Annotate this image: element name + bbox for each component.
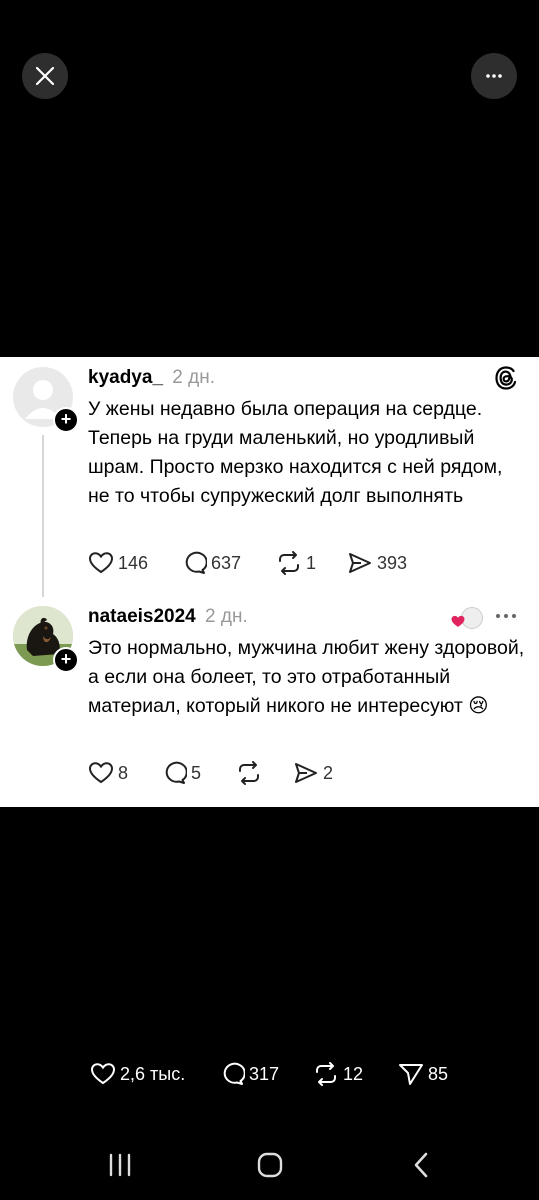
like-button[interactable]: 146 xyxy=(88,551,148,575)
comment-icon xyxy=(223,1062,245,1085)
repost-button[interactable] xyxy=(236,761,266,785)
like-count: 146 xyxy=(118,552,149,573)
heart-icon xyxy=(90,1063,116,1085)
reply-button[interactable]: 317 xyxy=(219,1062,279,1086)
repost-icon xyxy=(279,551,299,575)
post-actions: 146 637 1 393 xyxy=(88,551,528,581)
share-button[interactable]: 85 xyxy=(398,1062,448,1086)
close-button[interactable] xyxy=(22,53,68,99)
threads-logo-icon xyxy=(495,366,517,390)
back-button[interactable] xyxy=(401,1150,441,1180)
like-button[interactable]: 2,6 тыс. xyxy=(90,1062,185,1086)
bottom-action-bar: 2,6 тыс. 317 12 85 xyxy=(0,1062,539,1092)
reply-count: 637 xyxy=(211,552,242,573)
post-header: kyadya_ 2 дн. xyxy=(88,367,215,389)
share-count: 2 xyxy=(323,762,334,783)
repost-button[interactable]: 12 xyxy=(313,1062,363,1086)
more-dots-icon[interactable] xyxy=(495,613,517,619)
send-icon xyxy=(399,1064,423,1085)
heart-filled-icon xyxy=(451,615,465,627)
back-icon xyxy=(414,1152,428,1178)
username[interactable]: nataeis2024 xyxy=(88,606,196,627)
username[interactable]: kyadya_ xyxy=(88,367,163,388)
post-header: nataeis2024 2 дн. xyxy=(88,606,248,628)
reply-count: 5 xyxy=(191,762,202,783)
reply-count: 317 xyxy=(249,1063,280,1084)
comment-icon xyxy=(165,761,187,784)
more-icon xyxy=(486,74,502,78)
close-icon xyxy=(35,66,55,86)
recent-apps-icon xyxy=(109,1153,131,1177)
reply-button[interactable]: 5 xyxy=(161,761,201,785)
share-count: 393 xyxy=(377,552,408,573)
post-text: У жены недавно была операция на сердце. … xyxy=(88,398,503,507)
share-button[interactable]: 393 xyxy=(347,551,407,575)
liked-by-author-badge xyxy=(451,607,483,629)
share-count: 85 xyxy=(428,1063,449,1084)
repost-button[interactable]: 1 xyxy=(276,551,316,575)
like-count: 2,6 тыс. xyxy=(120,1063,186,1084)
more-options-button[interactable] xyxy=(471,53,517,99)
like-button[interactable]: 8 xyxy=(88,761,128,785)
like-count: 8 xyxy=(118,762,129,783)
timestamp: 2 дн. xyxy=(205,606,248,627)
follow-plus-icon[interactable]: + xyxy=(53,647,79,673)
follow-plus-icon[interactable]: + xyxy=(53,407,79,433)
thread-line xyxy=(42,435,44,597)
repost-count: 1 xyxy=(306,552,317,573)
home-button[interactable] xyxy=(250,1150,290,1180)
post-text-content: Это нормально, мужчина любит жену здоров… xyxy=(88,637,525,717)
post-actions: 8 5 2 xyxy=(88,761,528,791)
heart-icon xyxy=(88,762,114,784)
threads-screenshot-card: + kyadya_ 2 дн. У жены недавно была опер… xyxy=(0,357,539,807)
recent-apps-button[interactable] xyxy=(100,1150,140,1180)
system-navigation-bar xyxy=(0,1140,539,1190)
send-icon xyxy=(349,553,371,573)
share-button[interactable]: 2 xyxy=(293,761,333,785)
crying-emoji: 😢 xyxy=(468,695,489,717)
post-text: Это нормально, мужчина любит жену здоров… xyxy=(88,634,528,721)
repost-count: 12 xyxy=(343,1063,364,1084)
reply-button[interactable]: 637 xyxy=(181,551,241,575)
timestamp: 2 дн. xyxy=(172,367,216,388)
comment-icon xyxy=(185,551,207,574)
send-icon xyxy=(295,763,317,783)
repost-icon xyxy=(316,1062,336,1086)
heart-icon xyxy=(88,552,114,574)
repost-icon xyxy=(239,761,259,785)
home-icon xyxy=(257,1152,283,1178)
